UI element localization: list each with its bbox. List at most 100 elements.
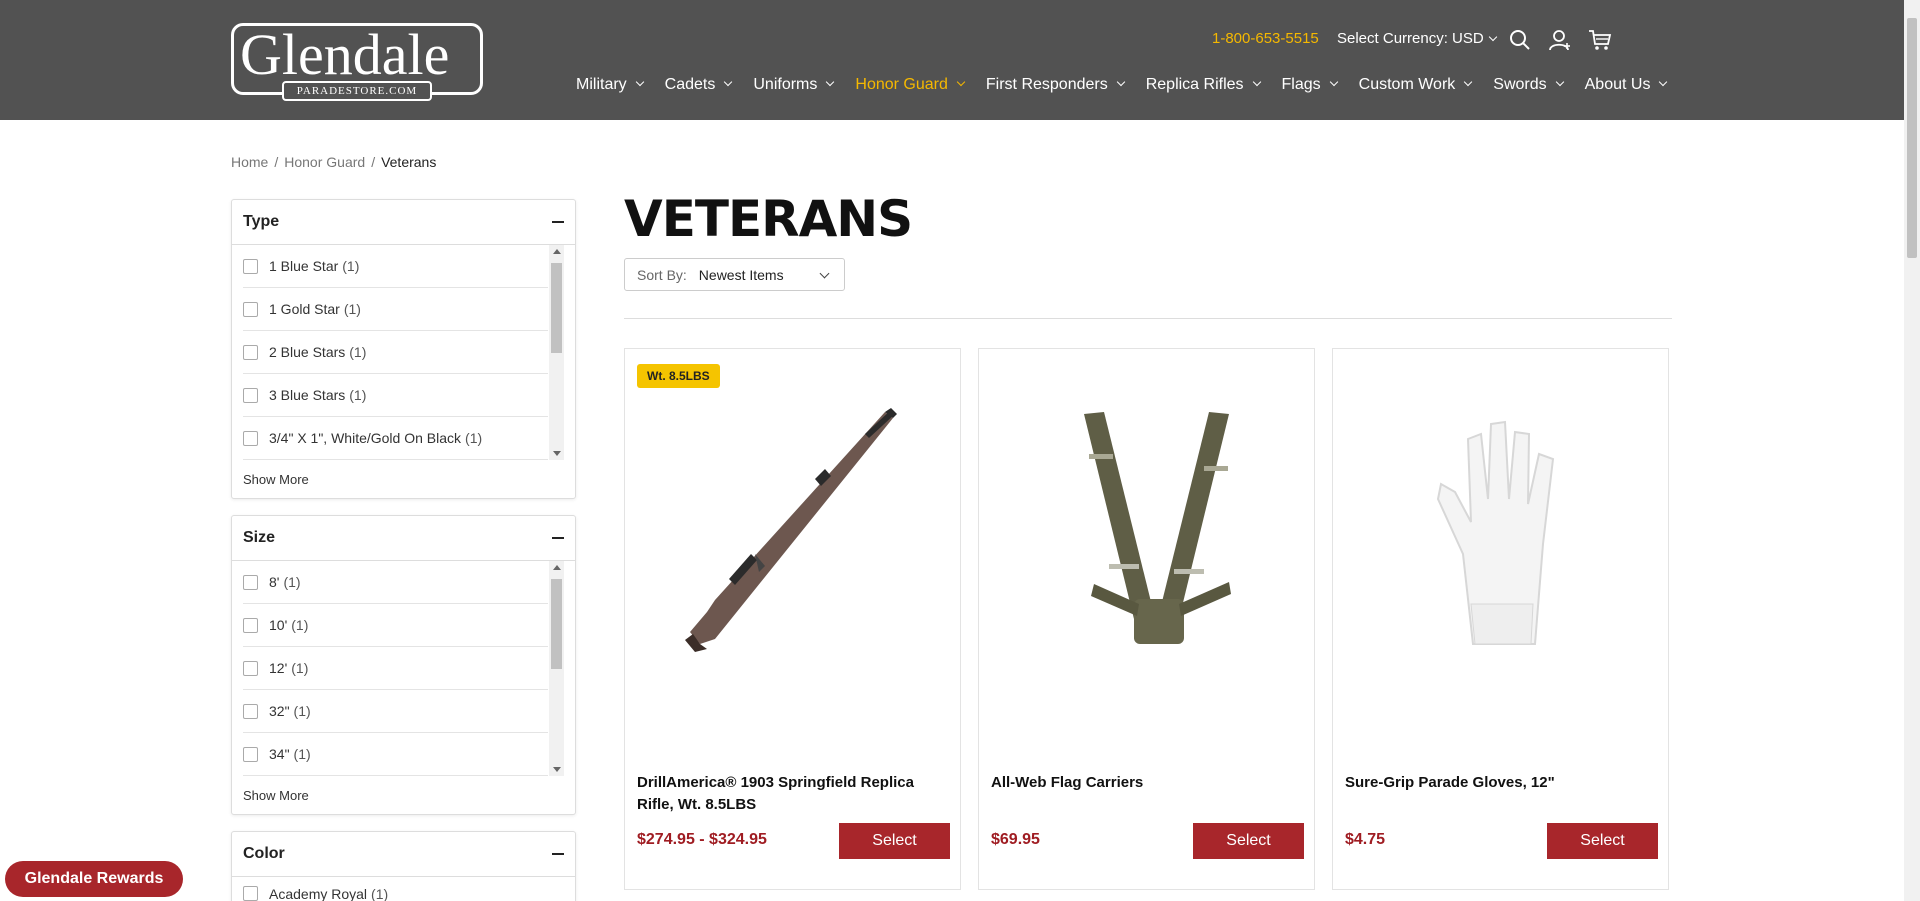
facet-type-header[interactable]: Type: [232, 200, 575, 245]
sort-select[interactable]: Sort By: Newest Items: [624, 258, 845, 291]
sort-label: Sort By:: [637, 266, 687, 283]
breadcrumb-current: Veterans: [381, 154, 437, 170]
scroll-up-icon[interactable]: [553, 249, 561, 254]
show-more-link[interactable]: Show More: [232, 776, 575, 814]
nav-replica-rifles[interactable]: Replica Rifles: [1146, 76, 1261, 94]
checkbox[interactable]: [243, 387, 258, 403]
product-name[interactable]: DrillAmerica® 1903 Springfield Replica R…: [637, 772, 952, 816]
checkbox[interactable]: [243, 660, 258, 676]
product-card[interactable]: Wt. 8.5LBS DrillAmerica® 1903 Springfiel…: [624, 348, 961, 890]
product-name[interactable]: All-Web Flag Carriers: [991, 772, 1306, 794]
account-icon[interactable]: [1548, 28, 1572, 52]
show-more-link[interactable]: Show More: [232, 460, 575, 498]
chevron-down-icon: [819, 268, 830, 279]
facet-option[interactable]: 1 Gold Star (1): [243, 288, 548, 331]
facet-scrollbar[interactable]: [549, 245, 564, 460]
facet-option[interactable]: Academy Royal (1): [243, 877, 548, 901]
sort-value: Newest Items: [698, 266, 784, 283]
checkbox[interactable]: [243, 430, 258, 446]
phone-link[interactable]: 1-800-653-5515: [1212, 30, 1319, 47]
checkbox[interactable]: [243, 344, 258, 360]
facet-size-header[interactable]: Size: [232, 516, 575, 561]
nav-uniforms[interactable]: Uniforms: [753, 76, 835, 94]
gloves-image[interactable]: [1363, 404, 1638, 664]
select-button[interactable]: Select: [1547, 823, 1658, 859]
facet-title: Color: [243, 845, 285, 862]
breadcrumb: Home / Honor Guard / Veterans: [231, 154, 436, 170]
checkbox[interactable]: [243, 886, 258, 901]
facet-option[interactable]: 8' (1): [243, 561, 548, 604]
product-price: $69.95: [991, 831, 1040, 848]
nav-swords[interactable]: Swords: [1493, 76, 1564, 94]
nav-first-responders[interactable]: First Responders: [986, 76, 1125, 94]
cart-icon[interactable]: [1588, 28, 1612, 52]
chevron-down-icon: [1464, 77, 1473, 87]
nav-about-us[interactable]: About Us: [1585, 76, 1668, 94]
product-price: $4.75: [1345, 831, 1386, 848]
nav-cadets[interactable]: Cadets: [665, 76, 733, 94]
chevron-down-icon: [1555, 77, 1564, 87]
select-button[interactable]: Select: [839, 823, 950, 859]
scroll-up-icon[interactable]: [553, 565, 561, 570]
select-button[interactable]: Select: [1193, 823, 1304, 859]
scroll-down-icon[interactable]: [553, 767, 561, 772]
collapse-icon[interactable]: [552, 537, 564, 539]
chevron-down-icon: [1659, 77, 1668, 87]
facet-option[interactable]: 10' (1): [243, 604, 548, 647]
nav-honor-guard[interactable]: Honor Guard: [855, 76, 966, 94]
chevron-down-icon: [635, 77, 644, 87]
facet-option[interactable]: 2 Blue Stars (1): [243, 331, 548, 374]
page-scroll-thumb[interactable]: [1907, 18, 1917, 258]
facet-option[interactable]: 1 Blue Star (1): [243, 245, 548, 288]
facet-color-list: Academy Royal (1): [232, 877, 575, 901]
product-card[interactable]: Sure-Grip Parade Gloves, 12" $4.75 Selec…: [1332, 348, 1669, 890]
facet-type-list: 1 Blue Star (1) 1 Gold Star (1) 2 Blue Sta…: [232, 245, 575, 460]
facet-color-header[interactable]: Color: [232, 832, 575, 877]
rewards-button[interactable]: Glendale Rewards: [5, 861, 183, 897]
checkbox[interactable]: [243, 617, 258, 633]
divider: [624, 318, 1672, 319]
facet-size: Size 8' (1) 10' (1) 12' (1) 32" (1) 34" (1) S…: [231, 515, 576, 815]
product-name[interactable]: Sure-Grip Parade Gloves, 12": [1345, 772, 1660, 794]
scroll-thumb[interactable]: [551, 579, 562, 669]
facet-title: Size: [243, 529, 276, 546]
chevron-down-icon: [1252, 77, 1261, 87]
checkbox[interactable]: [243, 258, 258, 274]
nav-military[interactable]: Military: [576, 76, 644, 94]
flag-carrier-image[interactable]: [1009, 404, 1284, 664]
facet-option[interactable]: 3 Blue Stars (1): [243, 374, 548, 417]
nav-flags[interactable]: Flags: [1282, 76, 1338, 94]
breadcrumb-separator: /: [274, 154, 279, 170]
page-scrollbar[interactable]: [1904, 0, 1920, 901]
nav-custom-work[interactable]: Custom Work: [1359, 76, 1473, 94]
chevron-down-icon: [956, 77, 966, 87]
collapse-icon[interactable]: [552, 221, 564, 223]
site-logo[interactable]: Glendale PARADESTORE.COM: [231, 22, 483, 101]
chevron-down-icon: [1488, 32, 1497, 42]
facet-title: Type: [243, 213, 280, 230]
currency-selector[interactable]: Select Currency: USD: [1337, 30, 1497, 47]
rifle-image[interactable]: [655, 404, 930, 664]
facet-option[interactable]: 3/4" X 1", White/Gold On Black (1): [243, 417, 548, 460]
facet-option[interactable]: 32" (1): [243, 690, 548, 733]
search-icon[interactable]: [1508, 28, 1532, 52]
checkbox[interactable]: [243, 301, 258, 317]
chevron-down-icon: [1329, 77, 1338, 87]
checkbox[interactable]: [243, 746, 258, 762]
facet-scrollbar[interactable]: [549, 561, 564, 776]
site-header: Glendale PARADESTORE.COM 1-800-653-5515 …: [0, 0, 1904, 120]
breadcrumb-home[interactable]: Home: [231, 154, 268, 170]
facet-option[interactable]: 12' (1): [243, 647, 548, 690]
scroll-thumb[interactable]: [551, 263, 562, 353]
chevron-down-icon: [724, 77, 733, 87]
chevron-down-icon: [826, 77, 835, 87]
facet-color: Color Academy Royal (1): [231, 831, 576, 901]
breadcrumb-honor-guard[interactable]: Honor Guard: [284, 154, 365, 170]
checkbox[interactable]: [243, 574, 258, 590]
chevron-down-icon: [1116, 77, 1125, 87]
product-card[interactable]: All-Web Flag Carriers $69.95 Select: [978, 348, 1315, 890]
checkbox[interactable]: [243, 703, 258, 719]
scroll-down-icon[interactable]: [553, 451, 561, 456]
collapse-icon[interactable]: [552, 853, 564, 855]
facet-option[interactable]: 34" (1): [243, 733, 548, 776]
